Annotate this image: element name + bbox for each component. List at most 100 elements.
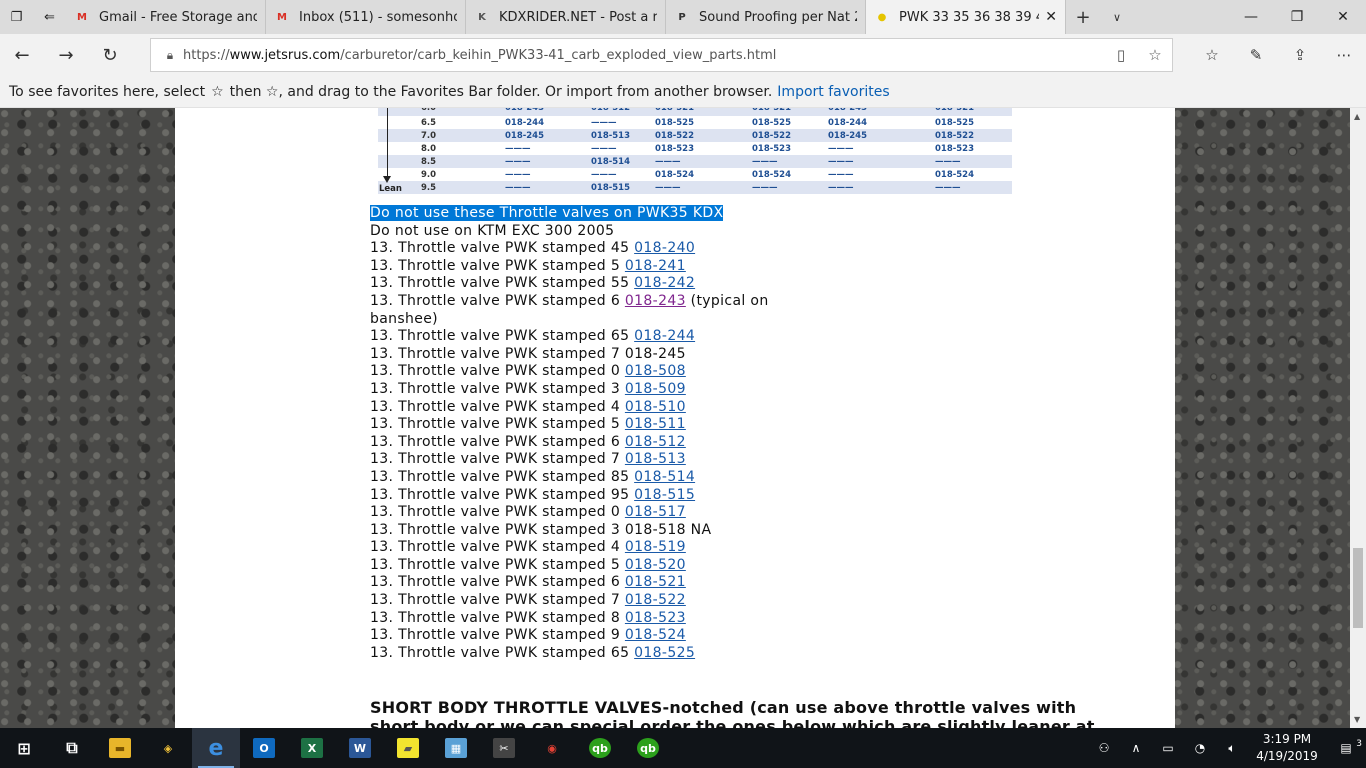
part-link[interactable]: 018-517 [625,504,686,520]
vertical-scrollbar[interactable]: ▲ ▼ [1350,108,1366,728]
refresh-button[interactable]: ↻ [88,34,132,76]
item-stamp: 85 [610,468,630,485]
restore-button[interactable]: ❐ [1274,0,1320,34]
item-prefix: 13. Throttle valve PWK stamped [370,240,606,257]
taskbar-task-view-button[interactable]: ⧉ [48,728,96,768]
volume-icon[interactable]: 🔈︎ [1216,741,1248,756]
more-menu-icon[interactable]: ⋯ [1322,34,1366,76]
url-text[interactable]: https://www.jetsrus.com/carburetor/carb_… [183,48,1104,63]
show-hidden-icons-chevron-icon[interactable]: ∧ [1120,741,1152,755]
part-number: 018-518 NA [624,521,712,538]
share-icon[interactable]: ⇪ [1278,34,1322,76]
throttle-valve-item: 13. Throttle valve PWK stamped 5 018-511 [370,416,790,434]
tab-2[interactable]: K KDXRIDER.NET - Post a repl [466,0,666,34]
part-link[interactable]: 018-242 [634,275,695,291]
scrollbar-thumb[interactable] [1353,548,1363,628]
clock-time: 3:19 PM [1262,732,1312,746]
part-link[interactable]: 018-243 [625,293,686,309]
jet-table-cell: 018-522 [935,130,975,141]
favorites-hub-icon[interactable]: ☆ [1190,34,1234,76]
part-link[interactable]: 018-521 [625,574,686,590]
part-link[interactable]: 018-522 [625,592,686,608]
taskbar-control-panel-button[interactable]: ▦ [432,728,480,768]
part-link[interactable]: 018-241 [625,258,686,274]
item-prefix: 13. Throttle valve PWK stamped [370,257,606,274]
throttle-valve-item: 13. Throttle valve PWK stamped 8 018-523 [370,610,790,628]
web-note-icon[interactable]: ✎ [1234,34,1278,76]
jet-table-cell: 018-243 [828,108,868,113]
minimize-button[interactable]: — [1228,0,1274,34]
sticky-notes-icon: ▰ [397,738,419,758]
part-link[interactable]: 018-525 [634,645,695,661]
page-viewport[interactable]: 6.0 018-243 018-512 018-521 018-521 018-243 01… [0,108,1350,728]
wifi-icon[interactable]: ◔ [1184,741,1216,755]
import-favorites-link[interactable]: Import favorites [777,84,889,100]
jet-table-cell: ——— [828,143,854,154]
part-link[interactable]: 018-240 [634,240,695,256]
tab-1[interactable]: M Inbox (511) - somesonhome [266,0,466,34]
taskbar-quickbooks-button[interactable]: qb [624,728,672,768]
jet-table-cell: 018-244 [828,117,868,128]
jet-table-cell: 018-244 [505,117,545,128]
taskbar-outlook-button[interactable]: O [240,728,288,768]
people-icon[interactable]: ⚇ [1088,741,1120,755]
throttle-valve-item: 13. Throttle valve PWK stamped 4 018-519 [370,539,790,557]
tab-preview-icon[interactable]: ❐ [0,0,33,34]
item-stamp: 7 [610,451,621,468]
part-link[interactable]: 018-523 [625,610,686,626]
part-link[interactable]: 018-520 [625,557,686,573]
close-tab-icon[interactable]: ✕ [1045,9,1057,25]
part-link[interactable]: 018-524 [625,627,686,643]
throttle-valve-item: 13. Throttle valve PWK stamped 4 018-510 [370,399,790,417]
taskbar-snipping-tool-button[interactable]: ✂ [480,728,528,768]
jet-table-cell: ——— [655,182,681,193]
part-link[interactable]: 018-514 [634,469,695,485]
tab-0[interactable]: M Gmail - Free Storage and Em [66,0,266,34]
taskbar-edge-button[interactable]: e [192,728,240,768]
taskbar-sticky-notes-button[interactable]: ▰ [384,728,432,768]
forward-button[interactable]: → [44,34,88,76]
jet-table-cell: 018-521 [655,108,695,113]
item-prefix: 13. Throttle valve PWK stamped [370,539,606,556]
taskbar-store-button[interactable]: ◈ [144,728,192,768]
taskbar-start-button[interactable]: ⊞ [0,728,48,768]
address-bar[interactable]: 🔒︎ https://www.jetsrus.com/carburetor/ca… [150,38,1173,72]
part-link[interactable]: 018-509 [625,381,686,397]
battery-icon[interactable]: ▭ [1152,741,1184,755]
part-link[interactable]: 018-519 [625,539,686,555]
back-button[interactable]: ← [0,34,44,76]
part-link[interactable]: 018-510 [625,399,686,415]
new-tab-button[interactable]: + [1066,0,1100,34]
part-link[interactable]: 018-512 [625,434,686,450]
taskbar-chrome-button[interactable]: ◉ [528,728,576,768]
close-window-button[interactable]: ✕ [1320,0,1366,34]
jet-table-cell: 018-525 [655,117,695,128]
part-link[interactable]: 018-515 [634,487,695,503]
jet-table-cell: ——— [828,156,854,167]
notifications-icon[interactable]: ▤ 3 [1326,739,1366,755]
tab-3[interactable]: P Sound Proofing per Nat 2.p [666,0,866,34]
taskbar-file-explorer-button[interactable]: ▬ [96,728,144,768]
favorite-star-icon[interactable]: ☆ [1138,46,1172,64]
scroll-down-icon[interactable]: ▼ [1354,715,1360,724]
part-link[interactable]: 018-513 [625,451,686,467]
tab-4[interactable]: ● PWK 33 35 36 38 39 41 ✕ [866,0,1066,34]
throttle-valve-item: 13. Throttle valve PWK stamped 0 018-517 [370,504,790,522]
ktm-warning: Do not use on KTM EXC 300 2005 [370,222,615,239]
part-link[interactable]: 018-511 [625,416,686,432]
taskbar-excel-button[interactable]: X [288,728,336,768]
part-link[interactable]: 018-244 [634,328,695,344]
set-aside-tabs-icon[interactable]: ⇐ [33,0,66,34]
clock[interactable]: 3:19 PM 4/19/2019 [1248,731,1326,765]
part-link[interactable]: 018-508 [625,363,686,379]
selected-text[interactable]: Do not use these Throttle valves on PWK3… [370,205,724,221]
taskbar-quickbooks-button[interactable]: qb [576,728,624,768]
jet-table-cell: 018-525 [935,117,975,128]
gmail-icon: M [77,11,87,23]
tab-list-chevron-icon[interactable]: ∨ [1100,0,1134,34]
tab-label: KDXRIDER.NET - Post a repl [499,9,657,25]
jet-table-cell: 018-523 [752,143,792,154]
reading-view-icon[interactable]: ▯ [1104,46,1138,64]
scroll-up-icon[interactable]: ▲ [1354,112,1360,121]
taskbar-word-button[interactable]: W [336,728,384,768]
